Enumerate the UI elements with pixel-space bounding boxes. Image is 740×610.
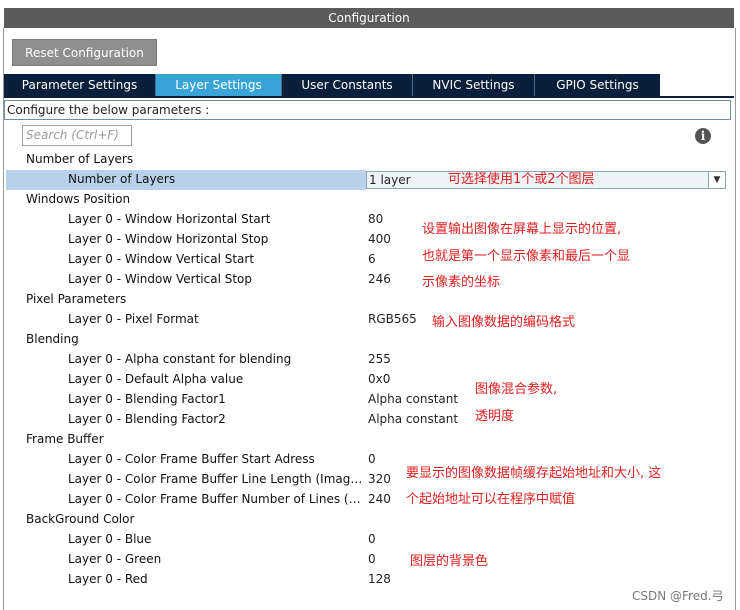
param-label: Layer 0 - Color Frame Buffer Start Adres… [68, 452, 315, 466]
group-title: Pixel Parameters [26, 292, 127, 306]
select-value: 1 layer [369, 173, 411, 187]
tab-layer-settings[interactable]: Layer Settings [156, 74, 282, 96]
group-title: BackGround Color [26, 512, 135, 526]
param-row-number-of-layers[interactable]: Number of Layers 1 layer ▼ [0, 170, 740, 190]
param-row[interactable]: Layer 0 - Window Vertical Stop 246 [0, 270, 740, 290]
annotation-pixel-format: 输入图像数据的编码格式 [432, 315, 576, 330]
annotation-blending: 透明度 [475, 409, 515, 424]
selection-highlight [6, 170, 366, 190]
tab-nvic-settings[interactable]: NVIC Settings [413, 74, 535, 96]
group-title: Number of Layers [26, 152, 134, 166]
chevron-down-icon[interactable]: ▼ [708, 172, 725, 188]
param-label: Layer 0 - Blue [68, 532, 152, 546]
parameters-description: Configure the below parameters : [4, 100, 731, 120]
param-label: Layer 0 - Window Vertical Start [68, 252, 255, 266]
param-row[interactable]: Layer 0 - Default Alpha value 0x0 [0, 370, 740, 390]
reset-configuration-button[interactable]: Reset Configuration [12, 39, 157, 66]
param-value[interactable]: 80 [368, 212, 383, 226]
param-value[interactable]: 400 [368, 232, 391, 246]
group-header-pixel-parameters: Pixel Parameters [0, 290, 740, 310]
search-input[interactable]: Search (Ctrl+F) [22, 125, 132, 146]
param-label: Layer 0 - Alpha constant for blending [68, 352, 292, 366]
group-header-windows-position: Windows Position [0, 190, 740, 210]
param-row[interactable]: Layer 0 - Blending Factor1 Alpha constan… [0, 390, 740, 410]
param-value[interactable]: RGB565 [368, 312, 417, 326]
param-label: Layer 0 - Color Frame Buffer Number of L… [68, 492, 363, 506]
param-row[interactable]: Layer 0 - Alpha constant for blending 25… [0, 350, 740, 370]
param-value[interactable]: 0 [368, 552, 376, 566]
annotation-position: 示像素的坐标 [422, 275, 501, 290]
param-label: Layer 0 - Blending Factor2 [68, 412, 226, 426]
tab-user-constants[interactable]: User Constants [282, 74, 413, 96]
param-row[interactable]: Layer 0 - Blue 0 [0, 530, 740, 550]
tab-parameter-settings[interactable]: Parameter Settings [4, 74, 156, 96]
tab-gpio-settings[interactable]: GPIO Settings [535, 74, 660, 96]
param-label: Layer 0 - Default Alpha value [68, 372, 244, 386]
annotation-blending: 图像混合参数, [475, 382, 558, 397]
param-label: Layer 0 - Blending Factor1 [68, 392, 226, 406]
param-value[interactable]: 255 [368, 352, 391, 366]
group-header-background-color: BackGround Color [0, 510, 740, 530]
param-value[interactable]: 6 [368, 252, 376, 266]
param-value[interactable]: Alpha constant [368, 412, 458, 426]
group-title: Frame Buffer [26, 432, 104, 446]
param-label: Layer 0 - Color Frame Buffer Line Length… [68, 472, 363, 486]
group-title: Blending [26, 332, 79, 346]
param-row[interactable]: Layer 0 - Green 0 [0, 550, 740, 570]
param-value[interactable]: Alpha constant [368, 392, 458, 406]
window-title: Configuration [4, 8, 734, 28]
annotation-position: 也就是第一个显示像素和最后一个显 [422, 249, 631, 264]
watermark: CSDN @Fred.弓 [632, 589, 724, 603]
param-label: Number of Layers [68, 172, 176, 186]
annotation-background: 图层的背景色 [410, 554, 489, 569]
param-row[interactable]: Layer 0 - Blending Factor2 Alpha constan… [0, 410, 740, 430]
param-label: Layer 0 - Red [68, 572, 148, 586]
annotation-position: 设置输出图像在屏幕上显示的位置, [422, 222, 622, 237]
annotation-frame-buffer: 要显示的图像数据帧缓存起始地址和大小, 这 [406, 466, 662, 481]
param-value[interactable]: 0x0 [368, 372, 390, 386]
param-value[interactable]: 246 [368, 272, 391, 286]
group-title: Windows Position [26, 192, 131, 206]
group-header-number-of-layers: Number of Layers [0, 150, 740, 170]
param-row[interactable]: Layer 0 - Color Frame Buffer Number of L… [0, 490, 740, 510]
param-row[interactable]: Layer 0 - Red 128 [0, 570, 740, 590]
param-row[interactable]: Layer 0 - Window Horizontal Start 80 [0, 210, 740, 230]
param-value[interactable]: 0 [368, 452, 376, 466]
param-value[interactable]: 128 [368, 572, 391, 586]
annotation-layers: 可选择使用1个或2个图层 [448, 172, 595, 187]
param-row[interactable]: Layer 0 - Pixel Format RGB565 [0, 310, 740, 330]
param-label: Layer 0 - Green [68, 552, 162, 566]
group-header-blending: Blending [0, 330, 740, 350]
param-label: Layer 0 - Pixel Format [68, 312, 199, 326]
param-value[interactable]: 320 [368, 472, 391, 486]
param-value[interactable]: 0 [368, 532, 376, 546]
param-label: Layer 0 - Window Horizontal Start [68, 212, 271, 226]
param-label: Layer 0 - Window Vertical Stop [68, 272, 253, 286]
param-label: Layer 0 - Window Horizontal Stop [68, 232, 269, 246]
info-icon[interactable]: i [695, 128, 711, 144]
annotation-frame-buffer: 个起始地址可以在程序中赋值 [406, 492, 576, 507]
param-value[interactable]: 240 [368, 492, 391, 506]
group-header-frame-buffer: Frame Buffer [0, 430, 740, 450]
tab-bar: Parameter Settings Layer Settings User C… [4, 74, 734, 98]
